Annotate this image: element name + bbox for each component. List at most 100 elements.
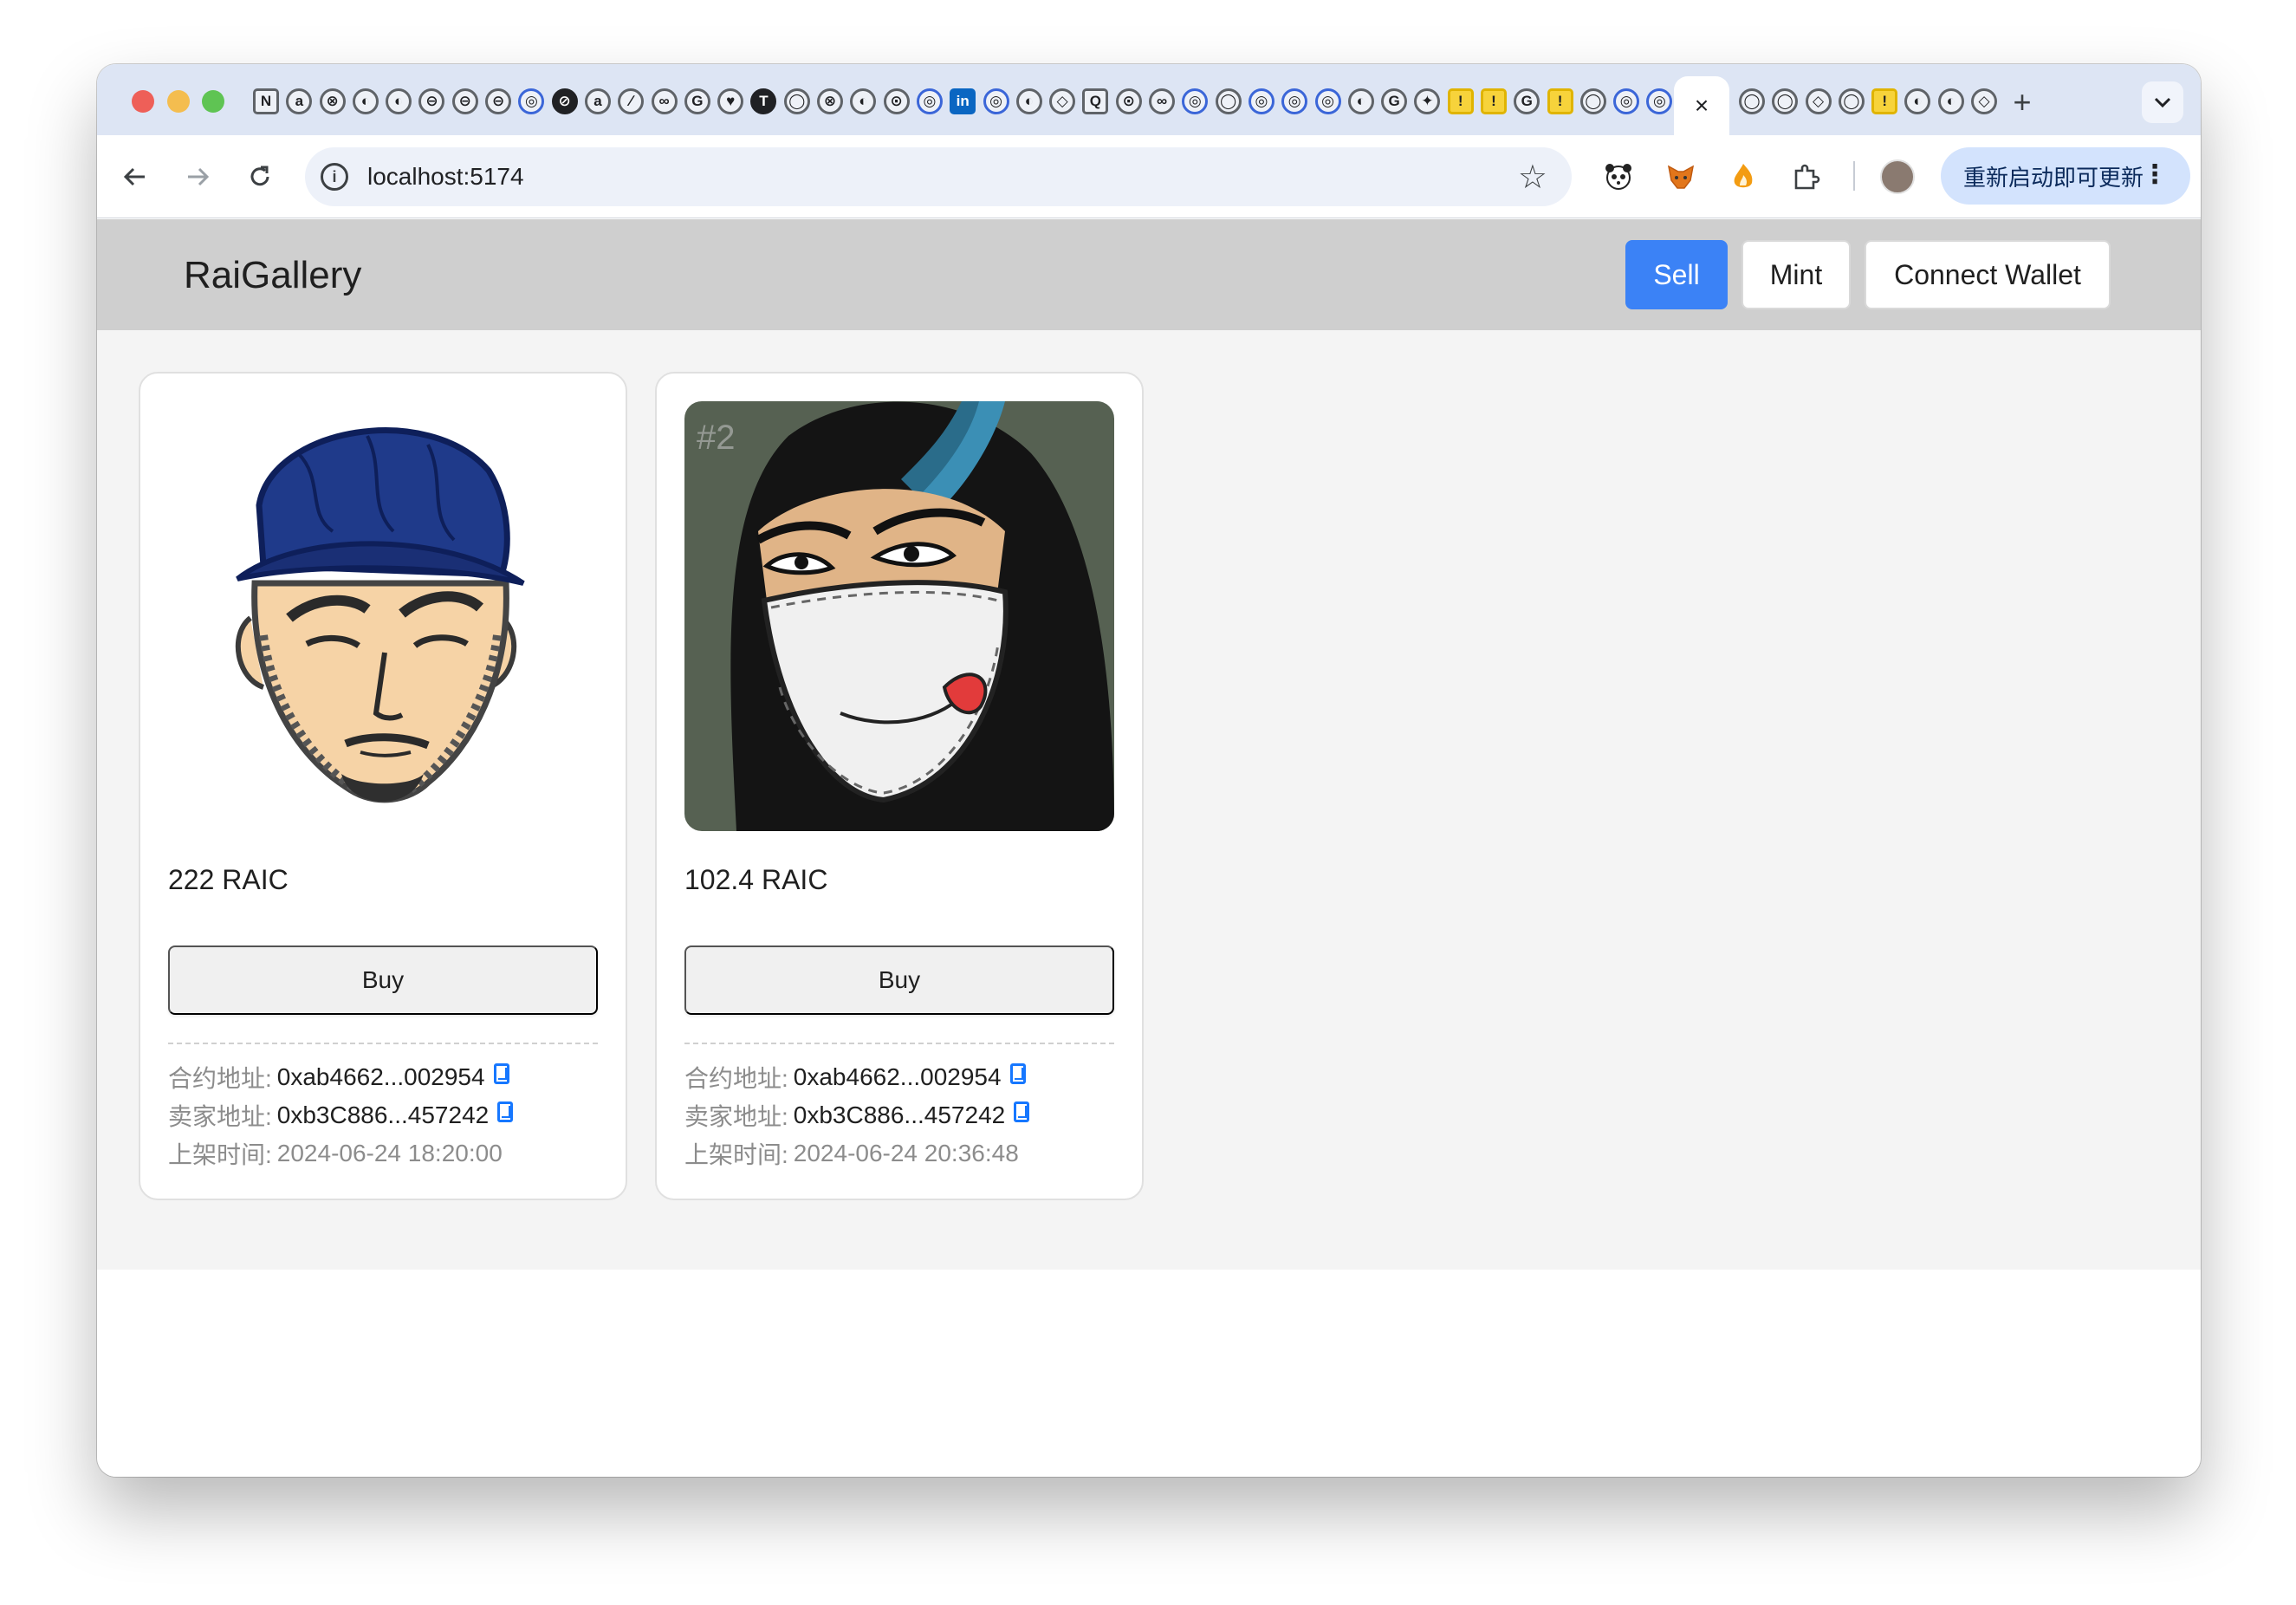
new-tab-button[interactable]: + <box>2003 83 2041 121</box>
buy-button[interactable]: Buy <box>684 945 1114 1015</box>
tab-favicon-icon[interactable]: ◯ <box>1739 88 1765 114</box>
tab-favicon-icon[interactable]: ⊖ <box>485 88 512 114</box>
tab-favicon-icon[interactable]: ♥ <box>717 88 744 114</box>
tab-favicon-icon[interactable]: ◯ <box>1579 88 1606 114</box>
tab-search-button[interactable] <box>2142 81 2183 123</box>
tab-favicon-icon[interactable]: ◎ <box>518 88 545 114</box>
toolbar-separator <box>1853 161 1855 191</box>
tab-favicon-icon[interactable]: N <box>253 88 279 114</box>
seller-address-value: 0xb3C886...457242 <box>793 1101 1006 1128</box>
tab-favicon-icon[interactable]: ⊗ <box>817 88 844 114</box>
nft-image-masked-figure[interactable]: #2 <box>684 401 1114 831</box>
nft-card: #2 102.4 RAIC Buy 合约地址: 0xab4662...00295… <box>655 372 1144 1200</box>
tab-favicon-icon[interactable]: ✦ <box>1414 88 1441 114</box>
forward-button[interactable] <box>177 156 218 198</box>
tab-favicon-icon[interactable]: ⊗ <box>319 88 346 114</box>
metamask-fox-icon[interactable] <box>1664 159 1698 194</box>
tab-favicon-icon[interactable]: ◇ <box>1971 88 1998 114</box>
copy-icon[interactable] <box>497 1101 514 1122</box>
tab-favicon-icon[interactable]: ! <box>1480 88 1507 114</box>
more-menu-icon[interactable]: ⋮ <box>2142 159 2168 190</box>
tab-favicon-icon[interactable]: ◯ <box>1772 88 1799 114</box>
tab-favicon-icon[interactable]: ! <box>1447 88 1474 114</box>
tab-favicon-icon[interactable]: T <box>750 88 777 114</box>
nft-card: 222 RAIC Buy 合约地址: 0xab4662...002954 卖家地… <box>139 372 627 1200</box>
tab-favicon-icon[interactable]: ⊘ <box>551 88 578 114</box>
tab-favicon-icon[interactable]: Q <box>1082 88 1109 114</box>
contract-address-row: 合约地址: 0xab4662...002954 <box>168 1060 509 1095</box>
tab-favicon-icon[interactable]: ◐ <box>352 88 379 114</box>
tab-favicon-icon[interactable]: ◯ <box>1215 88 1242 114</box>
tab-favicon-icon[interactable]: ◯ <box>1838 88 1865 114</box>
tab-favicon-icon[interactable]: ∞ <box>651 88 678 114</box>
tab-favicon-icon[interactable]: ◇ <box>1805 88 1832 114</box>
copy-icon[interactable] <box>1009 1063 1026 1084</box>
listed-time-row: 上架时间: 2024-06-24 18:20:00 <box>168 1136 503 1171</box>
tab-favicon-icon[interactable]: G <box>1514 88 1540 114</box>
window-close-button[interactable] <box>132 90 154 113</box>
flame-extension-icon[interactable] <box>1726 159 1761 194</box>
tab-favicon-icon[interactable]: ◎ <box>1314 88 1341 114</box>
active-tab[interactable]: × <box>1674 76 1729 135</box>
site-info-icon[interactable]: i <box>321 163 348 191</box>
tab-favicon-icon[interactable]: ◐ <box>850 88 877 114</box>
tab-favicon-icon[interactable]: ∞ <box>1149 88 1176 114</box>
pinned-tabs: Na ⊗ ◐ ◐ ⊖ ⊖ ⊖ ◎ ⊘ a ∕ ∞ G ♥ T ◯ ⊗ ◐ ⊙ ◎ in ◎ ◐ ◇ Q ⊙ ∞ ◎ ◯ ◎ ◎ ◎ ◐ G ✦!! G… <box>253 87 1674 116</box>
tab-favicon-icon[interactable]: ! <box>1871 88 1898 114</box>
tab-favicon-icon[interactable]: ◐ <box>1937 88 1964 114</box>
app-title[interactable]: RaiGallery <box>184 254 361 297</box>
relaunch-update-button[interactable]: 重新启动即可更新 ⋮ <box>1941 147 2190 205</box>
buy-button[interactable]: Buy <box>168 945 598 1015</box>
tab-favicon-icon[interactable]: G <box>1381 88 1408 114</box>
tab-favicon-icon[interactable]: G <box>684 88 710 114</box>
tab-favicon-icon[interactable]: ⊙ <box>1115 88 1142 114</box>
arrow-right-icon <box>188 167 210 186</box>
tab-favicon-icon[interactable]: ◎ <box>1646 88 1673 114</box>
browser-toolbar: i localhost:5174 ☆ 重新启动即可更新 ⋮ <box>97 135 2201 218</box>
tab-favicon-icon[interactable]: ◎ <box>1182 88 1209 114</box>
tab-favicon-icon[interactable]: ⊙ <box>883 88 910 114</box>
tab-favicon-icon[interactable]: ◐ <box>1347 88 1374 114</box>
tab-favicon-icon[interactable]: ⊖ <box>451 88 478 114</box>
bookmark-star-icon[interactable]: ☆ <box>1518 158 1547 197</box>
extensions-puzzle-icon[interactable] <box>1788 159 1823 194</box>
copy-icon[interactable] <box>1014 1101 1030 1122</box>
tab-favicon-icon[interactable]: ◎ <box>916 88 943 114</box>
window-minimize-button[interactable] <box>167 90 190 113</box>
connect-wallet-button[interactable]: Connect Wallet <box>1865 240 2111 309</box>
seller-address-row: 卖家地址: 0xb3C886...457242 <box>684 1098 1030 1133</box>
listed-time-row: 上架时间: 2024-06-24 20:36:48 <box>684 1136 1019 1171</box>
panda-extension-icon[interactable] <box>1601 159 1636 194</box>
address-bar[interactable]: i localhost:5174 ☆ <box>305 147 1572 206</box>
profile-avatar[interactable] <box>1880 159 1915 194</box>
window-maximize-button[interactable] <box>202 90 224 113</box>
tab-favicon-icon[interactable]: in <box>950 88 976 114</box>
tab-favicon-icon[interactable]: ◇ <box>1049 88 1076 114</box>
tab-favicon-icon[interactable]: ◎ <box>1613 88 1640 114</box>
url-text[interactable]: localhost:5174 <box>367 163 524 191</box>
tab-favicon-icon[interactable]: ◎ <box>1248 88 1274 114</box>
tab-favicon-icon[interactable]: a <box>286 88 313 114</box>
mint-button[interactable]: Mint <box>1741 240 1851 309</box>
tab-favicon-icon[interactable]: ◎ <box>983 88 1009 114</box>
tab-favicon-icon[interactable]: ◐ <box>1015 88 1042 114</box>
nft-price: 102.4 RAIC <box>684 864 828 895</box>
listed-time-label: 上架时间: <box>684 1141 788 1168</box>
close-tab-icon[interactable]: × <box>1695 92 1709 120</box>
back-button[interactable] <box>114 156 156 198</box>
nft-image-cap-man[interactable] <box>168 401 598 831</box>
reload-button[interactable] <box>239 156 281 198</box>
tab-favicon-icon[interactable]: ∕ <box>618 88 645 114</box>
sell-button[interactable]: Sell <box>1625 240 1728 309</box>
tab-favicon-icon[interactable]: a <box>584 88 611 114</box>
tab-strip: Na ⊗ ◐ ◐ ⊖ ⊖ ⊖ ◎ ⊘ a ∕ ∞ G ♥ T ◯ ⊗ ◐ ⊙ ◎ in ◎ ◐ ◇ Q ⊙ ∞ ◎ ◯ ◎ ◎ ◎ ◐ G ✦!! G… <box>97 64 2201 135</box>
tab-favicon-icon[interactable]: ◐ <box>1904 88 1931 114</box>
copy-icon[interactable] <box>493 1063 509 1084</box>
tab-favicon-icon[interactable]: ◯ <box>783 88 810 114</box>
seller-address-label: 卖家地址: <box>168 1103 272 1130</box>
tab-favicon-icon[interactable]: ⊖ <box>418 88 445 114</box>
tab-favicon-icon[interactable]: ! <box>1547 88 1573 114</box>
tab-favicon-icon[interactable]: ◐ <box>386 88 412 114</box>
tab-favicon-icon[interactable]: ◎ <box>1281 88 1308 114</box>
update-label: 重新启动即可更新 <box>1963 164 2144 191</box>
